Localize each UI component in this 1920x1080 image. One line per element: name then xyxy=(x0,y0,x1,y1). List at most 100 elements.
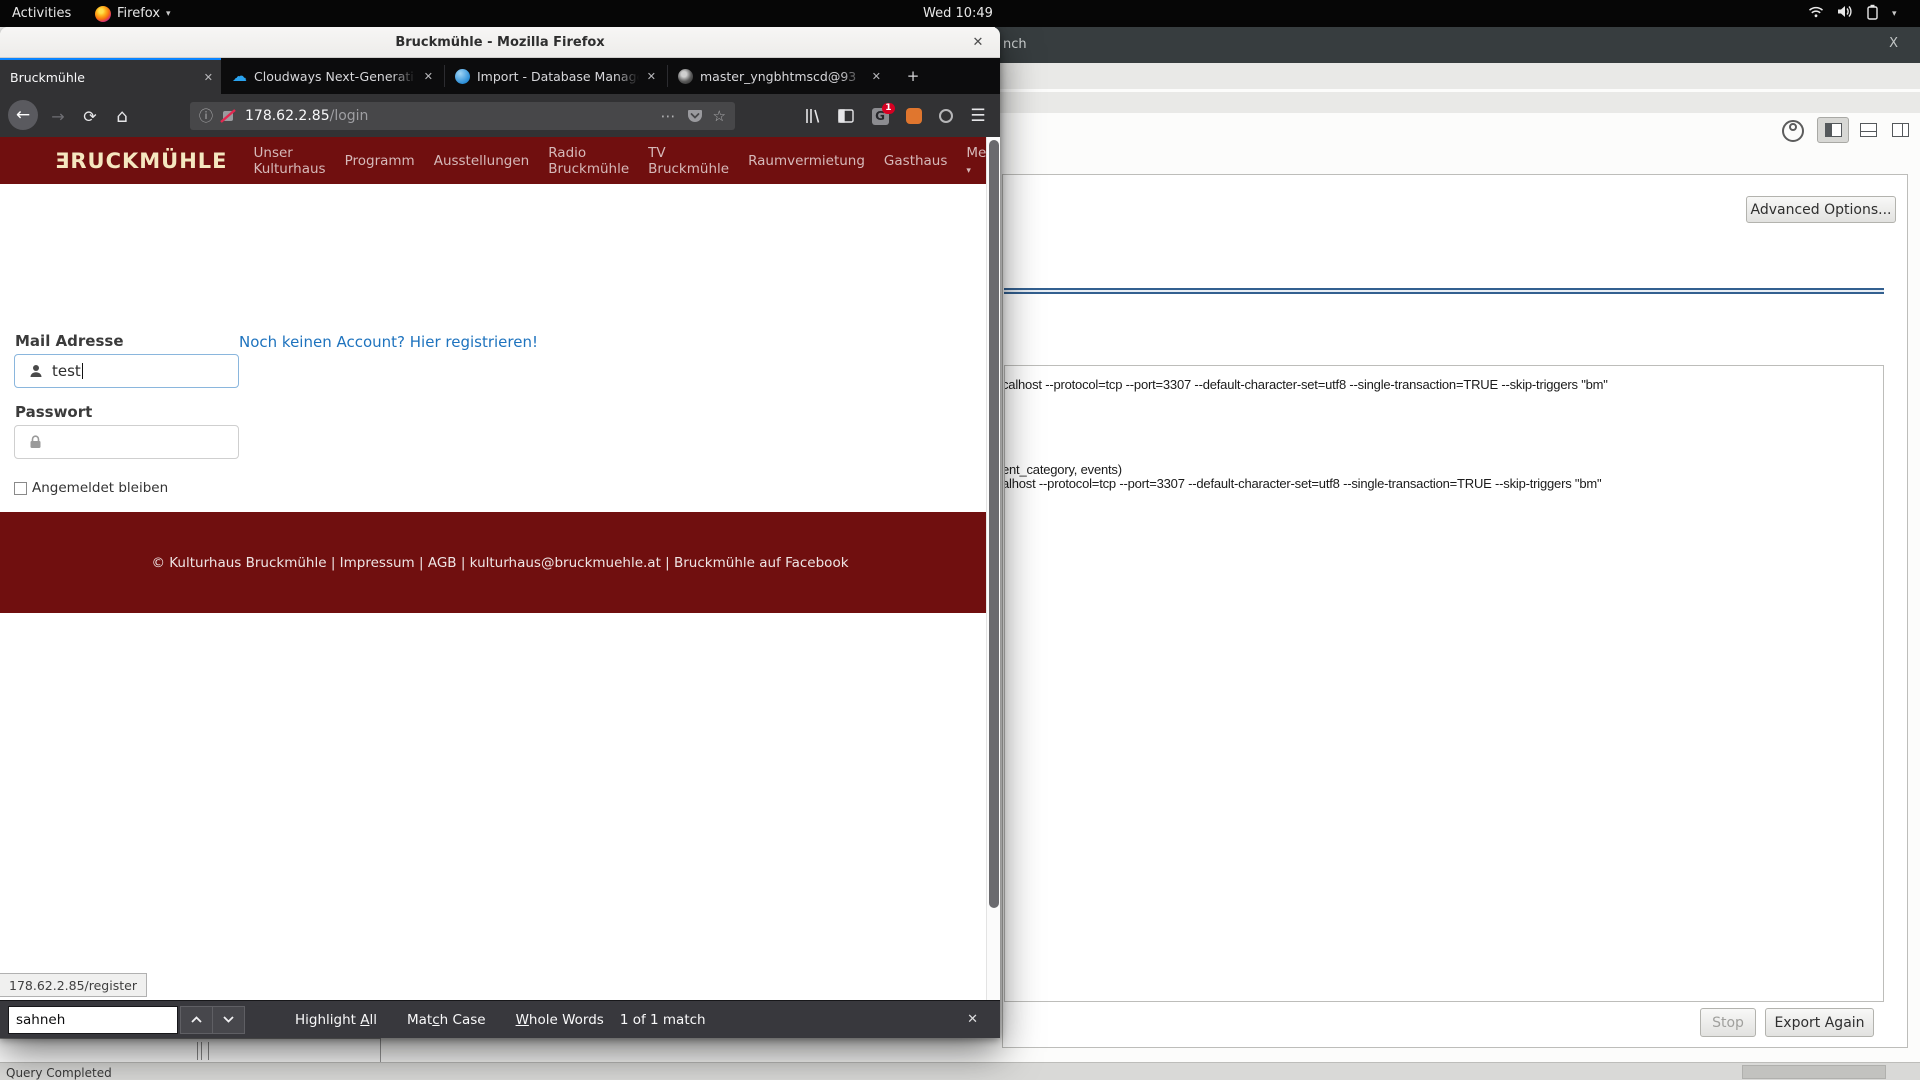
tab-close-icon[interactable]: ✕ xyxy=(872,70,881,83)
pocket-icon[interactable] xyxy=(687,108,703,124)
bg-app-toolbar xyxy=(995,92,1920,113)
tab-bruckmuehle[interactable]: Bruckmühle ✕ xyxy=(0,58,221,94)
remember-me-checkbox[interactable] xyxy=(14,482,27,495)
volume-icon xyxy=(1837,5,1853,22)
footer-text[interactable]: © Kulturhaus Bruckmühle | Impressum | AG… xyxy=(151,555,848,571)
screen: nch X Advanced Options... calhost --prot xyxy=(0,0,1920,1080)
nav-tv-bruckmuehle[interactable]: TV Bruckmühle xyxy=(648,145,729,177)
extension-orange-icon[interactable] xyxy=(902,104,926,128)
tab-label: Bruckmühle xyxy=(10,70,196,85)
battery-icon xyxy=(1866,4,1879,24)
tab-master-db[interactable]: master_yngbhtmscd@93 ✕ xyxy=(669,58,889,94)
right-panel-icon xyxy=(1892,123,1909,137)
hamburger-menu-icon[interactable]: ☰ xyxy=(966,104,990,128)
find-query: sahneh xyxy=(16,1012,65,1028)
bg-app-statusbar: Query Completed xyxy=(0,1062,1920,1080)
highlight-all-toggle[interactable]: Highlight All xyxy=(295,1012,377,1028)
bg-app-close-icon[interactable]: X xyxy=(1889,36,1898,51)
reload-button[interactable]: ⟳ xyxy=(78,104,102,128)
splitter-handle[interactable] xyxy=(1004,288,1884,294)
query-status-text: Query Completed xyxy=(6,1066,112,1080)
export-log-panel[interactable]: calhost --protocol=tcp --port=3307 --def… xyxy=(1004,365,1884,1002)
back-button[interactable]: ← xyxy=(8,100,38,130)
tab-label: Import - Database Manage xyxy=(477,69,639,84)
find-next-button[interactable] xyxy=(212,1006,245,1034)
chevron-down-icon: ▾ xyxy=(1892,9,1897,19)
extension-circle-icon[interactable] xyxy=(934,104,958,128)
system-tray[interactable]: ▾ xyxy=(1808,0,1897,27)
log-line: ent_category, events) xyxy=(1004,462,1122,477)
stop-button[interactable]: Stop xyxy=(1700,1008,1756,1037)
log-line: alhost --protocol=tcp --port=3307 --defa… xyxy=(1004,476,1601,491)
page-actions-icon[interactable]: ⋯ xyxy=(661,107,677,125)
urlbar[interactable]: ⓘ 178.62.2.85/login ⋯ ☆ xyxy=(190,102,735,130)
page-content: ƎRUCKMÜHLE Unser Kulturhaus Programm Aus… xyxy=(0,137,1000,1000)
toggle-right-panel-button[interactable] xyxy=(1888,120,1912,140)
clock[interactable]: Wed 10:49 xyxy=(923,0,993,27)
tab-close-icon[interactable]: ✕ xyxy=(647,70,656,83)
scrollbar-thumb[interactable] xyxy=(989,140,999,908)
remember-me-label: Angemeldet bleiben xyxy=(32,480,168,496)
nav-toolbar: ← → ⟳ ⌂ ⓘ 178.62.2.85/login ⋯ xyxy=(0,94,1000,137)
tab-close-icon[interactable]: ✕ xyxy=(204,71,213,84)
activities-button[interactable]: Activities xyxy=(12,0,71,27)
gnome-top-bar: Activities Firefox ▾ Wed 10:49 xyxy=(0,0,1920,27)
findbar-close-icon[interactable]: ✕ xyxy=(967,1012,978,1027)
tab-import-database[interactable]: Import - Database Manage ✕ xyxy=(446,58,664,94)
find-input[interactable]: sahneh xyxy=(8,1006,178,1034)
home-button[interactable]: ⌂ xyxy=(110,104,134,128)
account-icon[interactable] xyxy=(1782,120,1804,142)
window-close-icon[interactable]: ✕ xyxy=(968,33,988,53)
extension-badge-icon[interactable]: G 1 xyxy=(868,104,892,128)
bg-app-menubar xyxy=(995,63,1920,89)
forward-button[interactable]: → xyxy=(46,104,70,128)
nav-radio-bruckmuehle[interactable]: Radio Bruckmühle xyxy=(548,145,629,177)
advanced-options-button[interactable]: Advanced Options... xyxy=(1746,196,1896,223)
bottom-panel-icon xyxy=(1860,123,1877,137)
register-link[interactable]: Noch keinen Account? Hier registrieren! xyxy=(239,333,538,351)
library-icon[interactable] xyxy=(800,104,824,128)
nav-ausstellungen[interactable]: Ausstellungen xyxy=(434,153,530,169)
site-logo[interactable]: ƎRUCKMÜHLE xyxy=(55,149,228,173)
url-path: /login xyxy=(330,108,369,124)
blocked-content-icon[interactable] xyxy=(220,109,236,123)
bookmark-star-icon[interactable]: ☆ xyxy=(713,107,726,125)
toggle-bottom-panel-button[interactable] xyxy=(1856,120,1880,140)
new-tab-button[interactable]: + xyxy=(903,66,923,86)
left-panel-icon xyxy=(1825,123,1842,137)
site-footer: © Kulturhaus Bruckmühle | Impressum | AG… xyxy=(0,512,1000,613)
wifi-icon xyxy=(1808,6,1824,22)
cloudways-favicon: ☁ xyxy=(232,69,247,84)
firefox-window: Bruckmühle - Mozilla Firefox ✕ Bruckmühl… xyxy=(0,27,1000,1038)
phpmyadmin-favicon xyxy=(678,69,693,84)
site-info-icon[interactable]: ⓘ xyxy=(199,106,213,126)
email-value: test xyxy=(52,362,81,380)
firefox-titlebar[interactable]: Bruckmühle - Mozilla Firefox ✕ xyxy=(0,27,1000,58)
tab-cloudways[interactable]: ☁ Cloudways Next-Generati ✕ xyxy=(223,58,441,94)
bg-app-bottom-panel xyxy=(0,1038,381,1062)
page-scrollbar[interactable] xyxy=(986,137,1000,1000)
nav-programm[interactable]: Programm xyxy=(345,153,415,169)
email-label: Mail Adresse xyxy=(15,332,124,350)
app-menu-firefox[interactable]: Firefox ▾ xyxy=(95,0,171,27)
tab-label: master_yngbhtmscd@93 xyxy=(700,69,864,84)
email-field[interactable]: test xyxy=(14,354,239,388)
bg-app-titlebar: nch X xyxy=(995,27,1920,63)
nav-gasthaus[interactable]: Gasthaus xyxy=(884,153,947,169)
export-again-button[interactable]: Export Again xyxy=(1765,1008,1874,1037)
sidebar-toggle-icon[interactable] xyxy=(834,104,858,128)
notification-badge: 1 xyxy=(882,103,894,114)
findbar: sahneh Highlight All Match Case Whole Wo… xyxy=(0,1000,1000,1038)
find-previous-button[interactable] xyxy=(180,1006,213,1034)
password-field[interactable] xyxy=(14,425,239,459)
bg-app-title-fragment: nch xyxy=(1003,37,1027,52)
nav-raumvermietung[interactable]: Raumvermietung xyxy=(748,153,865,169)
whole-words-toggle[interactable]: Whole Words xyxy=(516,1012,604,1028)
tab-close-icon[interactable]: ✕ xyxy=(424,70,433,83)
statusbar-grip xyxy=(1742,1065,1886,1079)
match-status: 1 of 1 match xyxy=(620,1012,706,1028)
toggle-left-panel-button[interactable] xyxy=(1817,117,1849,143)
nav-unser-kulturhaus[interactable]: Unser Kulturhaus xyxy=(254,145,326,177)
match-case-toggle[interactable]: Match Case xyxy=(407,1012,486,1028)
link-status-tooltip: 178.62.2.85/register xyxy=(0,973,147,997)
